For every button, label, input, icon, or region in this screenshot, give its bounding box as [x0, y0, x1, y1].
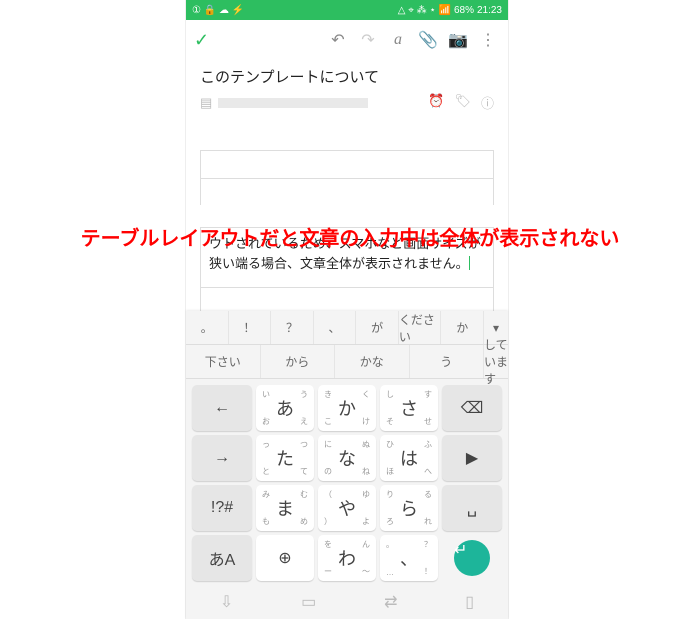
meta-placeholder: [218, 98, 368, 108]
key-!?#[interactable]: !?#: [192, 485, 252, 531]
suggestion-item[interactable]: ？: [271, 311, 314, 344]
key-⌫[interactable]: ⌫: [442, 385, 502, 431]
status-right-icons: △ ⌖ ⁂ ⋆ 📶: [398, 5, 451, 16]
text-cursor: [469, 256, 470, 270]
suggestion-item[interactable]: しています: [484, 345, 508, 378]
done-button[interactable]: ✓: [194, 30, 209, 51]
suggestion-item[interactable]: 下さい: [186, 345, 261, 378]
format-button[interactable]: a: [386, 31, 410, 49]
key-は[interactable]: はひふほへ: [380, 435, 438, 481]
toolbar: ✓ ↶ ↷ a 📎 📷 ⋮: [186, 20, 508, 60]
key-←[interactable]: ←: [192, 385, 252, 431]
meta-row: ▤ ⏰ 🏷 ⓘ: [186, 91, 508, 120]
phone-frame: ① 🔒 ☁ ⚡ △ ⌖ ⁂ ⋆ 📶 68% 21:23 ✓ ↶ ↷ a 📎 📷 …: [186, 0, 508, 619]
status-battery: 68%: [454, 5, 474, 16]
suggestion-item[interactable]: から: [261, 345, 336, 378]
suggestion-item[interactable]: 、: [314, 311, 357, 344]
redo-button[interactable]: ↷: [356, 30, 380, 50]
key-→[interactable]: →: [192, 435, 252, 481]
status-right: △ ⌖ ⁂ ⋆ 📶 68% 21:23: [398, 5, 502, 16]
key-や[interactable]: や（ゆ）よ: [318, 485, 376, 531]
suggestion-item[interactable]: が: [356, 311, 399, 344]
suggestion-item[interactable]: 。: [186, 311, 229, 344]
suggestion-item[interactable]: か: [441, 311, 484, 344]
camera-button[interactable]: 📷: [446, 30, 470, 50]
keyboard: 。！？、がくださいか▾ 下さいからかなうしています ←あいうおえかきくこけさしす…: [186, 311, 508, 619]
more-button[interactable]: ⋮: [476, 30, 500, 50]
status-time: 21:23: [477, 5, 502, 16]
nav-back-icon[interactable]: ▯: [465, 592, 474, 612]
note-title[interactable]: このテンプレートについて: [186, 60, 508, 91]
attach-button[interactable]: 📎: [416, 30, 440, 50]
enter-key[interactable]: ↵: [442, 535, 502, 581]
reminder-icon[interactable]: ⏰: [428, 93, 444, 112]
key-grid: ←あいうおえかきくこけさしすそせ⌫ →たっつとてなにぬのねはひふほへ▶ !?#まみむ…: [186, 379, 508, 585]
notebook-icon[interactable]: ▤: [200, 95, 212, 111]
suggestion-item[interactable]: ください: [399, 311, 442, 344]
key-ま[interactable]: まみむもめ: [256, 485, 314, 531]
key-␣[interactable]: ␣: [442, 485, 502, 531]
suggestion-item[interactable]: かな: [335, 345, 410, 378]
key-、[interactable]: 、。？…！: [380, 535, 438, 581]
key-▶[interactable]: ▶: [442, 435, 502, 481]
status-bar: ① 🔒 ☁ ⚡ △ ⌖ ⁂ ⋆ 📶 68% 21:23: [186, 0, 508, 20]
key-あA[interactable]: あA: [192, 535, 252, 581]
key-あ[interactable]: あいうおえ: [256, 385, 314, 431]
key-ら[interactable]: らりるろれ: [380, 485, 438, 531]
key-わ[interactable]: わをんー〜: [318, 535, 376, 581]
info-icon[interactable]: ⓘ: [481, 93, 494, 112]
suggestion-item[interactable]: う: [410, 345, 485, 378]
key-さ[interactable]: さしすそせ: [380, 385, 438, 431]
suggestion-item[interactable]: ！: [229, 311, 272, 344]
key-た[interactable]: たっつとて: [256, 435, 314, 481]
undo-button[interactable]: ↶: [326, 30, 350, 50]
nav-bar: ⇩ ▭ ⇄ ▯: [186, 585, 508, 619]
nav-recent-icon[interactable]: ▭: [301, 592, 316, 612]
nav-home-icon[interactable]: ⇄: [384, 592, 397, 612]
suggestion-row-1: 。！？、がくださいか▾: [186, 311, 508, 345]
key-な[interactable]: なにぬのね: [318, 435, 376, 481]
annotation-overlay: テーブルレイアウトだと文章の入力中は全体が表示されない: [22, 222, 678, 251]
table-row[interactable]: [200, 150, 494, 205]
tag-icon[interactable]: 🏷: [454, 93, 471, 112]
key-⊕[interactable]: ⊕: [256, 535, 314, 581]
suggestion-row-2: 下さいからかなうしています: [186, 345, 508, 379]
key-か[interactable]: かきくこけ: [318, 385, 376, 431]
status-left-icons: ① 🔒 ☁ ⚡: [192, 5, 244, 16]
nav-down-icon[interactable]: ⇩: [220, 592, 233, 612]
